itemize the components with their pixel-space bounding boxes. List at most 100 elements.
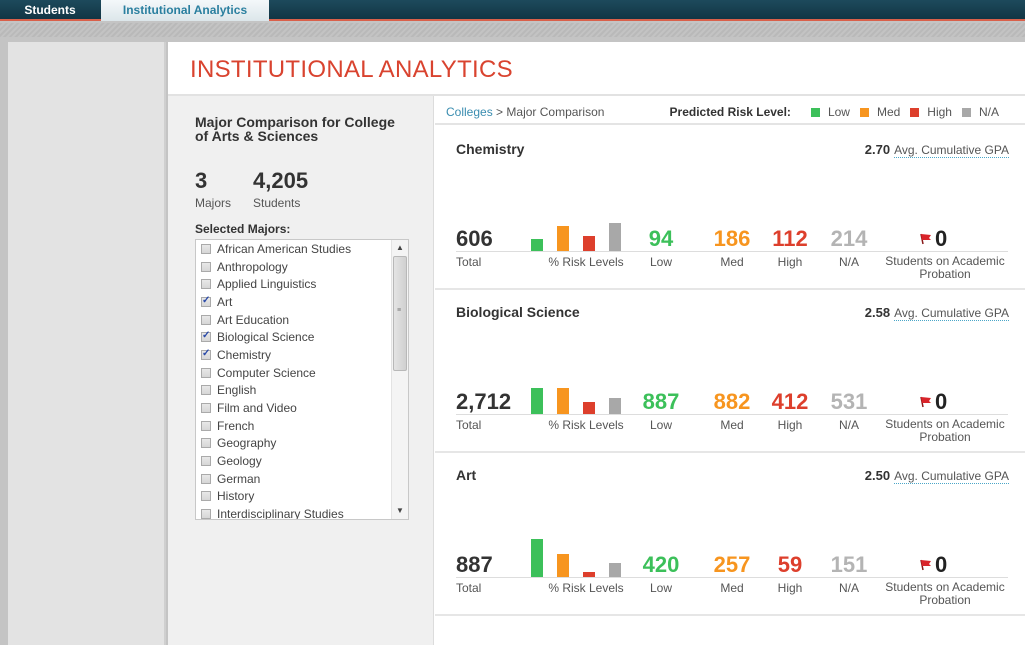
major-checkbox[interactable] [201,420,211,431]
risk-bar-chart [531,537,641,577]
major-checkbox[interactable] [201,243,211,254]
major-checkbox[interactable] [201,456,211,467]
risk-bar-med [557,553,569,577]
major-checkbox[interactable] [201,473,211,484]
scroll-thumb[interactable]: ≡ [393,256,407,371]
comparison-sidebar: Major Comparison for College of Arts & S… [168,96,434,645]
majors-listbox[interactable]: African American Studies Anthropology Appl… [195,239,409,520]
major-label: German [217,471,261,486]
major-list-item[interactable]: English [196,382,392,400]
major-checkbox[interactable] [201,491,211,502]
risk-count-med: 186 [713,226,751,251]
major-label: History [217,489,255,504]
major-checkbox[interactable] [201,509,211,519]
risk-bar-high [583,236,595,251]
avg-gpa: 2.50 Avg. Cumulative GPA [864,468,1009,484]
probation-count: 0 [935,226,948,251]
major-checkbox[interactable] [201,261,211,272]
major-checkbox[interactable] [201,295,211,307]
risk-bar-med [557,226,569,251]
major-checkbox[interactable] [201,385,211,396]
major-label: Geography [217,436,277,451]
risk-count-med: 257 [713,552,751,577]
flag-icon [920,233,931,245]
major-label: Chemistry [217,347,272,362]
total-label: Total [456,255,482,269]
major-label: Geology [217,454,262,469]
major-list-item[interactable]: History [196,488,392,506]
gpa-value: 2.50 [864,468,891,483]
major-list-item[interactable]: German [196,470,392,488]
legend-swatch-low [810,107,820,117]
major-list-item[interactable]: Geography [196,435,392,453]
major-list-item[interactable]: Film and Video [196,399,392,417]
card-baseline [456,251,1008,252]
risk-count-na: 214 [830,226,868,251]
decorative-stripe [0,23,1025,37]
risk-label-med: Med [720,418,744,432]
major-label: Applied Linguistics [217,277,317,292]
legend-label-med: Med [876,105,901,119]
avg-gpa: 2.58 Avg. Cumulative GPA [865,305,1009,321]
avg-gpa: 2.70 Avg. Cumulative GPA [865,142,1009,158]
major-list-item[interactable]: French [196,417,392,435]
major-list-item[interactable]: Art [196,293,392,311]
risk-count-na: 531 [830,389,868,414]
majors-list: African American Studies Anthropology Appl… [196,240,392,519]
scroll-down-arrow-icon[interactable]: ▼ [392,503,408,519]
gpa-label-link[interactable]: Avg. Cumulative GPA [894,143,1009,158]
total-count: 887 [456,552,493,577]
major-list-item[interactable]: Art Education [196,311,392,329]
breadcrumb-colleges-link[interactable]: Colleges [446,105,493,119]
legend-label-low: Low [827,105,850,119]
listbox-scrollbar[interactable]: ▲ ≡ ▼ [391,240,408,519]
total-label: Total [456,418,482,432]
tab-students[interactable]: Students [0,0,100,21]
total-label: Total [456,581,482,595]
risk-bar-low [531,387,543,414]
risk-bar-low [531,539,543,577]
risk-legend: Predicted Risk Level: Low Med High N/A [670,105,999,119]
major-label: Computer Science [217,365,316,380]
major-label: African American Studies [217,241,352,256]
major-list-item[interactable]: Geology [196,452,392,470]
gpa-label-link[interactable]: Avg. Cumulative GPA [894,306,1009,321]
major-checkbox[interactable] [201,314,211,325]
major-checkbox[interactable] [201,279,211,290]
scroll-up-arrow-icon[interactable]: ▲ [392,240,408,256]
risk-label-med: Med [720,581,744,595]
major-list-item[interactable]: Applied Linguistics [196,275,392,293]
major-list-item[interactable]: Interdisciplinary Studies [196,505,392,519]
risk-label-low: Low [649,418,672,432]
risk-bar-na [609,398,621,414]
probation-label: Students on Academic Probation [885,580,1005,607]
major-label: English [217,383,257,398]
breadcrumb-bar: Colleges > Major Comparison Predicted Ri… [435,96,1025,125]
risk-label-med: Med [720,255,744,269]
risk-bar-high [583,401,595,414]
major-name: Art [456,467,477,483]
major-label: Film and Video [217,401,297,416]
sidebar-heading: Major Comparison for College of Arts & S… [195,114,395,144]
risk-label-na: N/A [838,581,859,595]
risk-label-na: N/A [838,255,859,269]
gpa-label-link[interactable]: Avg. Cumulative GPA [894,469,1009,484]
major-checkbox[interactable] [201,438,211,449]
major-list-item[interactable]: Computer Science [196,364,392,382]
major-list-item[interactable]: Biological Science [196,328,392,346]
major-checkbox[interactable] [201,403,211,414]
majors-label: Majors [195,196,232,210]
card-baseline [456,577,1008,578]
major-checkbox[interactable] [201,330,211,343]
major-list-item[interactable]: Anthropology [196,258,392,276]
major-list-item[interactable]: Chemistry [196,346,392,364]
major-checkbox[interactable] [201,367,211,378]
tab-institutional-analytics[interactable]: Institutional Analytics [101,0,269,21]
breadcrumb: Colleges > Major Comparison [446,105,604,119]
legend-item-med: Med [859,105,901,119]
risk-levels-label: % Risk Levels [548,255,624,269]
risk-label-high: High [777,581,803,595]
major-checkbox[interactable] [201,348,211,360]
risk-count-low: 887 [642,389,680,414]
major-list-item[interactable]: African American Studies [196,240,392,258]
